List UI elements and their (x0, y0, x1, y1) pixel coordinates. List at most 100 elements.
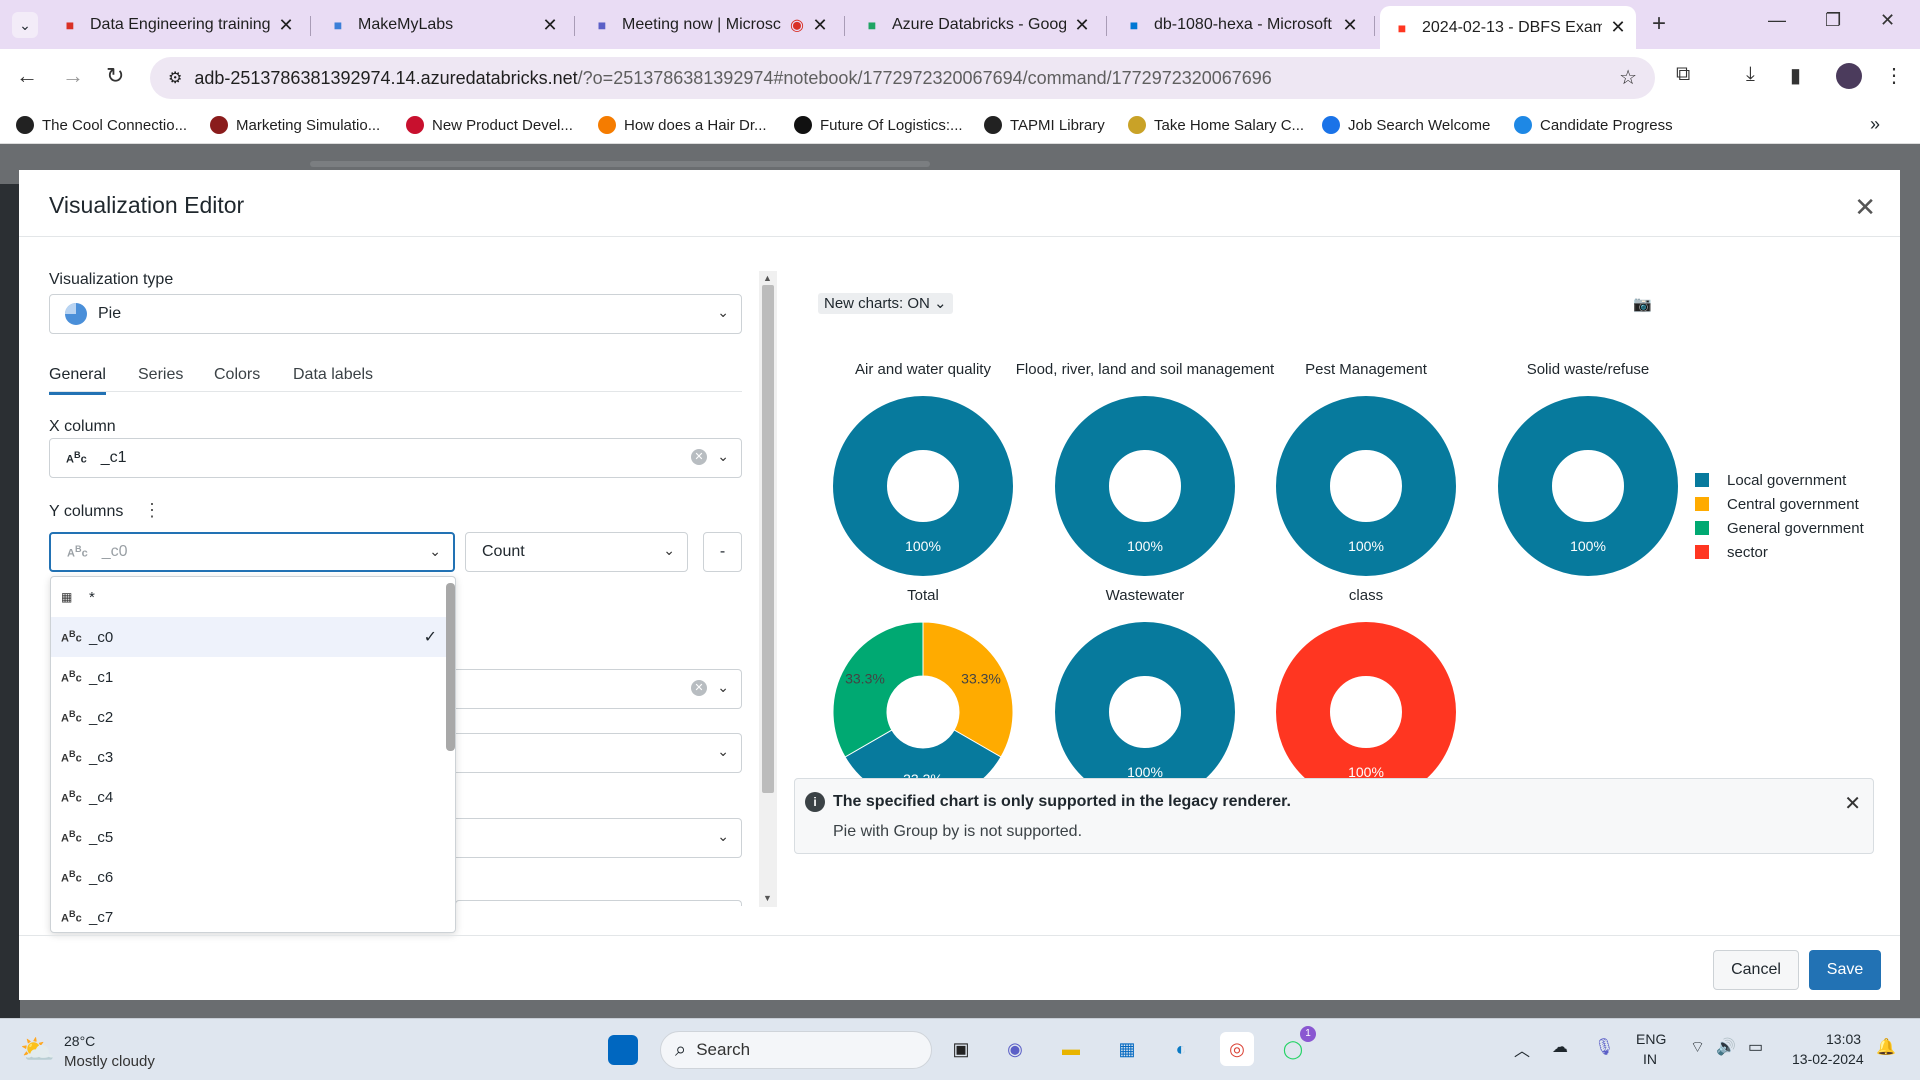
pie-slice[interactable] (833, 396, 1013, 576)
tab-search-chevron-icon[interactable]: ⌄ (12, 12, 38, 38)
file-explorer-icon[interactable]: ▬ (1054, 1032, 1088, 1066)
show-hidden-icons[interactable]: ︿ (1514, 1037, 1530, 1061)
alert-close-icon[interactable]: ✕ (1844, 791, 1861, 816)
site-info-icon[interactable]: ⚙ (168, 68, 182, 88)
y-column-select[interactable]: ABc _c0 ⌄ (49, 532, 455, 572)
windows-start-icon[interactable] (608, 1035, 638, 1065)
bookmark-item[interactable]: TAPMI Library (984, 116, 1105, 134)
clear-icon[interactable]: ✕ (691, 449, 707, 465)
x-column-select[interactable]: ABc _c1 ✕ ⌄ (49, 438, 742, 478)
task-view-icon[interactable]: ▣ (944, 1032, 978, 1066)
bookmark-item[interactable]: New Product Devel... (406, 116, 573, 134)
profile-avatar[interactable] (1836, 63, 1862, 89)
wifi-icon[interactable]: ⌔ (1690, 1037, 1705, 1057)
browser-tab[interactable]: ■ db-1080-hexa - Microsoft ✕ (1112, 7, 1368, 43)
taskbar-search[interactable]: ⌕ Search (660, 1031, 932, 1069)
battery-icon[interactable]: ▭ (1748, 1037, 1763, 1057)
hidden-select-3[interactable]: ⌄ (455, 818, 742, 858)
hidden-select-1[interactable]: ✕ ⌄ (455, 669, 742, 709)
pie-slice[interactable] (1276, 622, 1456, 780)
weather-cloud-icon[interactable]: ⛅ (20, 1033, 55, 1066)
clear-icon[interactable]: ✕ (691, 680, 707, 696)
bookmark-item[interactable]: Marketing Simulatio... (210, 116, 380, 134)
tab-colors[interactable]: Colors (214, 366, 260, 384)
bookmark-star-icon[interactable]: ☆ (1619, 65, 1637, 90)
tab-close-icon[interactable]: ✕ (540, 15, 560, 36)
store-icon[interactable]: ▦ (1110, 1032, 1144, 1066)
new-tab-icon[interactable]: + (1652, 10, 1666, 38)
dialog-close-icon[interactable]: ✕ (1854, 192, 1876, 223)
legend-item[interactable]: Central government (1695, 492, 1864, 516)
dropdown-option[interactable]: ▦ * (51, 577, 447, 617)
dropdown-option[interactable]: ABc _c1 (51, 657, 447, 697)
kebab-menu-icon[interactable]: ⋮ (143, 500, 161, 521)
browser-tab[interactable]: ■ MakeMyLabs ✕ (316, 7, 568, 43)
dropdown-option[interactable]: ABc _c4 (51, 777, 447, 817)
weather-desc[interactable]: Mostly cloudy (64, 1053, 155, 1070)
camera-icon[interactable]: 📷 (1633, 295, 1652, 313)
tab-data-labels[interactable]: Data labels (293, 366, 373, 384)
whatsapp-icon[interactable]: ◯ 1 (1276, 1026, 1316, 1066)
sidepanel-icon[interactable]: ▮ (1790, 63, 1801, 88)
remove-y-column-button[interactable]: - (703, 532, 742, 572)
clock-date[interactable]: 13-02-2024 (1792, 1051, 1864, 1067)
browser-tab[interactable]: ■ Data Engineering training | ✕ (48, 7, 304, 43)
cancel-button[interactable]: Cancel (1713, 950, 1799, 990)
microphone-icon[interactable]: 🎙 (1594, 1037, 1614, 1057)
bookmark-item[interactable]: Future Of Logistics:... (794, 116, 963, 134)
pie-slice[interactable] (1055, 396, 1235, 576)
reload-icon[interactable]: ↻ (106, 63, 124, 89)
dropdown-option[interactable]: ABc _c6 (51, 857, 447, 897)
bookmark-item[interactable]: The Cool Connectio... (16, 116, 187, 134)
notification-bell-icon[interactable]: 🔔 (1876, 1037, 1896, 1057)
tab-close-icon[interactable]: ✕ (1340, 15, 1360, 36)
lang-label[interactable]: ENG (1636, 1031, 1666, 1047)
pie-slice[interactable] (832, 621, 924, 758)
dropdown-option[interactable]: ABc _c7 (51, 897, 447, 932)
back-icon[interactable]: ← (16, 63, 38, 89)
aggregation-select[interactable]: Count ⌄ (465, 532, 688, 572)
network-cloud-icon[interactable]: ☁ (1552, 1037, 1568, 1057)
save-button[interactable]: Save (1809, 950, 1881, 990)
pie-slice[interactable] (1055, 622, 1235, 780)
dropdown-option[interactable]: ABc _c0 ✓ (51, 617, 447, 657)
tab-close-icon[interactable]: ✕ (1608, 17, 1628, 38)
restore-icon[interactable]: ❐ (1825, 10, 1841, 31)
bookmark-item[interactable]: How does a Hair Dr... (598, 116, 767, 134)
tab-close-icon[interactable]: ✕ (276, 15, 296, 36)
clock-time[interactable]: 13:03 (1826, 1031, 1861, 1047)
pie-slice[interactable] (1276, 396, 1456, 576)
browser-tab[interactable]: ■ 2024-02-13 - DBFS Exampl ✕ (1380, 6, 1636, 49)
more-bookmarks-icon[interactable]: » (1870, 114, 1880, 135)
bookmark-item[interactable]: Job Search Welcome (1322, 116, 1490, 134)
edge-icon[interactable]: ◐ (1164, 1032, 1198, 1066)
volume-icon[interactable]: 🔊 (1716, 1037, 1736, 1057)
legend-item[interactable]: sector (1695, 540, 1864, 564)
hidden-select-2[interactable]: ⌄ (455, 733, 742, 773)
pie-slice[interactable] (1498, 396, 1678, 576)
browser-tab[interactable]: ■ Meeting now | Microsc ◉ ✕ (580, 7, 838, 43)
forward-icon[interactable]: → (62, 63, 84, 89)
weather-temp[interactable]: 28°C (64, 1033, 95, 1049)
dropdown-option[interactable]: ABc _c5 (51, 817, 447, 857)
chat-icon[interactable]: ◉ (998, 1032, 1032, 1066)
window-close-icon[interactable]: ✕ (1880, 10, 1895, 31)
bookmark-item[interactable]: Candidate Progress (1514, 116, 1673, 134)
pie-slice[interactable] (922, 621, 1014, 758)
tab-close-icon[interactable]: ✕ (810, 15, 830, 36)
chrome-icon[interactable]: ◎ (1220, 1032, 1254, 1066)
dropdown-option[interactable]: ABc _c3 (51, 737, 447, 777)
extensions-icon[interactable]: ⧉ (1676, 63, 1690, 86)
legend-item[interactable]: General government (1695, 516, 1864, 540)
dropdown-option[interactable]: ABc _c2 (51, 697, 447, 737)
tab-series[interactable]: Series (138, 366, 183, 384)
options-scrollbar[interactable]: ▲ ▼ (759, 271, 777, 907)
tab-close-icon[interactable]: ✕ (1072, 15, 1092, 36)
legend-item[interactable]: Local government (1695, 468, 1864, 492)
viz-type-select[interactable]: Pie ⌄ (49, 294, 742, 334)
download-icon[interactable]: ⤓ (1746, 63, 1755, 86)
url-bar[interactable]: ⚙ adb-2513786381392974.14.azuredatabrick… (150, 57, 1655, 99)
dropdown-scrollbar[interactable] (446, 583, 455, 751)
bookmark-item[interactable]: Take Home Salary C... (1128, 116, 1304, 134)
minimize-icon[interactable]: — (1768, 10, 1786, 31)
